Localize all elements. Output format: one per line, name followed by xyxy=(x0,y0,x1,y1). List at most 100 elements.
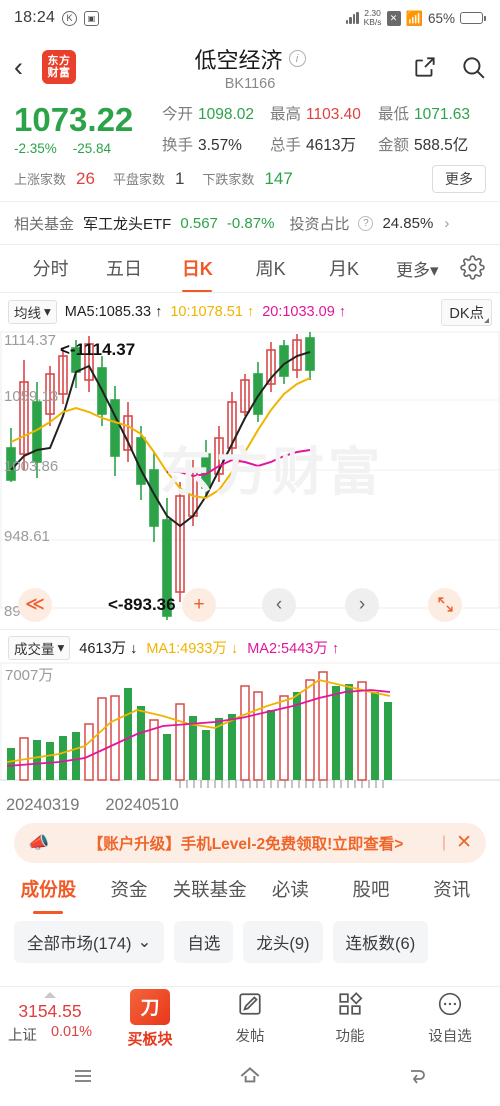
sim-x-icon: ✕ xyxy=(386,10,401,26)
prev-page-button[interactable]: ‹ xyxy=(262,587,296,622)
y-axis-label-3: 948.61 xyxy=(4,527,50,545)
post-label: 发帖 xyxy=(235,1029,265,1045)
app-header: ‹ 东方 财富 低空经济 i BK1166 xyxy=(0,36,500,98)
index-widget[interactable]: 3154.55 上证 0.01% xyxy=(0,991,100,1045)
buy-sector-label: 买板块 xyxy=(127,1030,173,1048)
ma10-value: 10:1078.51 ↑ xyxy=(170,304,255,321)
buy-sector-button[interactable]: 刀 买板块 xyxy=(100,988,200,1049)
chip-all-markets[interactable]: 全部市场(174) ⌄ xyxy=(14,920,165,963)
tab-yuek[interactable]: 月K xyxy=(307,245,380,291)
stat-amount-value: 588.5亿 xyxy=(414,137,469,154)
function-button[interactable]: 功能 xyxy=(300,991,400,1046)
battery-percent: 65% xyxy=(427,10,455,26)
related-fund-label: 相关基金 xyxy=(14,215,75,233)
gear-icon[interactable] xyxy=(460,255,486,281)
volume-chart[interactable]: 7007万 xyxy=(0,662,500,794)
tab-related-fund[interactable]: 关联基金 xyxy=(169,864,250,914)
bottom-action-bar: 3154.55 上证 0.01% 刀 买板块 发帖 功能 设自选 xyxy=(0,986,500,1050)
android-nav-bar xyxy=(0,1050,500,1106)
candles xyxy=(6,331,315,620)
back-icon[interactable] xyxy=(405,1064,429,1093)
related-fund-price: 0.567 xyxy=(180,214,218,232)
ma20-value: 20:1033.09 ↑ xyxy=(262,304,347,321)
buy-logo-icon: 刀 xyxy=(130,988,170,1025)
stat-turnover: 换手 3.57% xyxy=(162,133,270,155)
volume-ma1: MA1:4933万 ↓ xyxy=(146,641,239,658)
y-axis-label-2: 1003.86 xyxy=(4,457,59,475)
related-fund-name: 军工龙头ETF xyxy=(83,215,172,233)
k-line-chart[interactable]: 东方财富 1114.37 1059.13 1003.86 948.61 893.… xyxy=(0,330,500,630)
add-watchlist-button[interactable]: 设自选 xyxy=(400,991,500,1046)
volume-current: 4613万 ↓ xyxy=(79,641,138,658)
stat-high-label: 最高 xyxy=(270,106,302,123)
chart-tabs: 分时 五日 日K 周K 月K 更多▾ xyxy=(0,245,500,293)
stat-amount: 金额 588.5亿 xyxy=(378,133,486,155)
share-icon[interactable] xyxy=(412,54,438,80)
volume-ma2: MA2:5443万 ↑ xyxy=(247,641,340,658)
chip-consecutive-limits[interactable]: 连板数(6) xyxy=(332,920,429,963)
stat-volume-value: 4613万 xyxy=(306,137,356,154)
tab-constituents[interactable]: 成份股 xyxy=(8,864,89,914)
tab-news[interactable]: 资讯 xyxy=(411,864,492,914)
down-count-value: 147 xyxy=(264,168,293,188)
megaphone-icon: 📣 xyxy=(28,832,50,852)
dk-point-button[interactable]: DK点 xyxy=(441,298,492,326)
status-time: 18:24 xyxy=(14,9,56,26)
tab-more[interactable]: 更多▾ xyxy=(381,246,454,291)
chip-watchlist[interactable]: 自选 xyxy=(174,920,234,963)
zoom-out-button[interactable]: ≪ xyxy=(18,587,52,622)
chevron-right-icon: › xyxy=(444,214,450,232)
question-icon[interactable]: ? xyxy=(358,215,374,231)
flat-count-label: 平盘家数 xyxy=(112,172,165,188)
related-fund-row[interactable]: 相关基金 军工龙头ETF 0.567 -0.87% 投资占比 ? 24.85% … xyxy=(0,200,500,245)
tab-fenshi[interactable]: 分时 xyxy=(14,245,87,291)
stat-volume-label: 总手 xyxy=(270,137,302,154)
stat-turnover-value: 3.57% xyxy=(198,137,242,154)
tab-wuri[interactable]: 五日 xyxy=(87,245,160,291)
ma-selector[interactable]: 均线 ▾ xyxy=(8,300,57,325)
tab-zhouk[interactable]: 周K xyxy=(234,245,307,291)
ma5-line xyxy=(10,350,311,527)
quote-price-block: 1073.22 -2.35% -25.84 xyxy=(14,102,162,156)
volume-selector[interactable]: 成交量 ▾ xyxy=(8,635,71,660)
function-label: 功能 xyxy=(335,1029,365,1045)
zoom-in-button[interactable]: + xyxy=(182,587,216,622)
quote-stats-row-1: 今开 1098.02 最高 1103.40 最低 1071.63 xyxy=(162,102,486,124)
wifi-icon: 📶 xyxy=(405,9,423,26)
investment-ratio-value: 24.85% xyxy=(382,214,434,232)
stat-low: 最低 1071.63 xyxy=(378,102,486,124)
more-button[interactable]: 更多 xyxy=(432,164,486,193)
eastmoney-logo[interactable]: 东方 财富 xyxy=(42,50,76,84)
x-axis-label-1: 20240510 xyxy=(105,795,179,814)
stat-high: 最高 1103.40 xyxy=(270,102,378,124)
high-annotation: <-1114.37 xyxy=(60,339,136,359)
tab-rik[interactable]: 日K xyxy=(161,245,234,291)
flat-count-value: 1 xyxy=(174,168,185,188)
promo-banner[interactable]: 📣 【账户升级】手机Level-2免费领取!立即查看> | ✕ xyxy=(14,822,486,863)
grid-icon xyxy=(337,991,363,1022)
stat-open: 今开 1098.02 xyxy=(162,102,270,124)
breadth-counts: 上涨家数 26 平盘家数 1 下跌家数 147 xyxy=(14,165,432,193)
back-button[interactable]: ‹ xyxy=(14,53,38,81)
close-icon[interactable]: ✕ xyxy=(456,831,472,854)
post-button[interactable]: 发帖 xyxy=(200,991,300,1046)
fullscreen-button[interactable] xyxy=(428,587,462,622)
tab-capital[interactable]: 资金 xyxy=(89,864,170,914)
next-page-button[interactable]: › xyxy=(345,587,379,622)
chip-leaders[interactable]: 龙头(9) xyxy=(243,920,323,963)
volume-svg xyxy=(0,662,500,788)
screenshot-icon: ▣ xyxy=(84,10,100,26)
x-axis-label-0: 20240319 xyxy=(6,795,80,814)
info-icon[interactable]: i xyxy=(288,50,306,67)
home-icon[interactable] xyxy=(237,1063,263,1094)
menu-icon[interactable] xyxy=(71,1064,95,1093)
status-bar-left: 18:24 K ▣ xyxy=(14,9,100,27)
search-icon[interactable] xyxy=(460,54,486,80)
low-annotation: <-893.36 xyxy=(108,594,176,614)
chevron-down-icon: ▾ xyxy=(57,639,65,655)
tab-forum[interactable]: 股吧 xyxy=(331,864,412,914)
tab-must-read[interactable]: 必读 xyxy=(250,864,331,914)
quote-panel: 1073.22 -2.35% -25.84 今开 1098.02 最高 1103.4… xyxy=(0,98,500,193)
investment-ratio-label: 投资占比 xyxy=(289,215,350,233)
more-icon xyxy=(437,991,463,1022)
